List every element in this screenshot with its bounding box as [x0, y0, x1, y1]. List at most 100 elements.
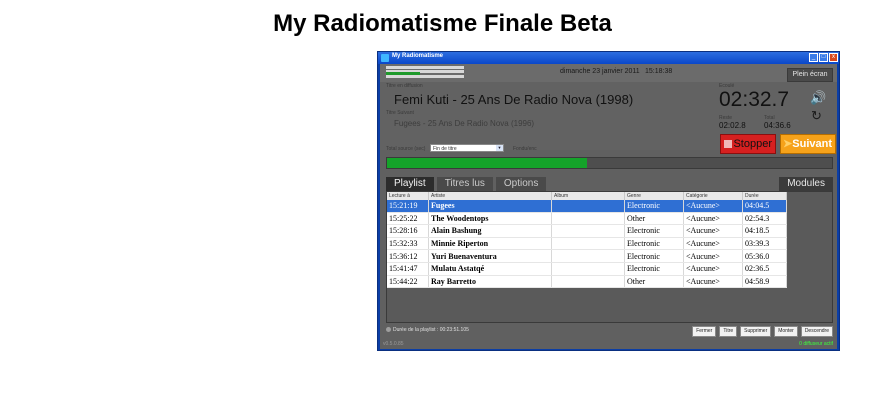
playback-progress-bar[interactable] — [386, 157, 833, 169]
cell-album — [551, 262, 625, 276]
table-row[interactable]: 15:41:47 Mulatu Astatqé Electronic <Aucune>… — [387, 262, 787, 276]
end-mode-select[interactable]: Fin de titre ▼ — [430, 144, 504, 152]
end-mode-select-value: Fin de titre — [433, 146, 457, 152]
cell-category: <Aucune> — [683, 262, 743, 276]
playback-progress-fill — [387, 158, 588, 168]
column-header-duration[interactable]: Durée — [742, 192, 787, 200]
column-header-genre[interactable]: Genre — [624, 192, 684, 200]
tab-titres-lus[interactable]: Titres lus — [436, 177, 493, 191]
app-window: My Radiomatisme _ □ x dimanche 23 janvie… — [377, 51, 840, 351]
cell-duration: 05:36.0 — [742, 249, 787, 263]
cell-time: 15:32:33 — [387, 237, 429, 251]
current-date: dimanche 23 janvier 2011 — [560, 68, 640, 75]
cell-artist: The Woodentops — [428, 212, 552, 226]
remaining-time: 02:02.8 — [719, 121, 746, 130]
now-playing-label: Titre en diffusion — [386, 83, 423, 89]
cell-time: 15:21:19 — [387, 200, 429, 213]
duration-icon — [386, 327, 391, 333]
tab-bar: Playlist Titres lus Options — [386, 177, 547, 191]
total-time: 04:36.6 — [764, 121, 791, 130]
table-row[interactable]: 15:36:12 Yuri Buenaventura Electronic <Aucu… — [387, 249, 787, 263]
header-bar: dimanche 23 janvier 2011 15:18:38 Plein … — [380, 64, 837, 82]
cell-album — [551, 249, 625, 263]
table-row[interactable]: 15:28:16 Alain Bashung Electronic <Aucune> 0… — [387, 224, 787, 238]
close-playlist-button[interactable]: Fermer — [692, 326, 717, 337]
page-title: My Radiomatisme Finale Beta — [273, 10, 612, 37]
audio-level-meters — [386, 66, 466, 78]
fullscreen-button[interactable]: Plein écran — [787, 68, 833, 82]
next-title-label: Titre Suivant — [386, 110, 414, 116]
window-controls: _ □ x — [809, 53, 838, 62]
cell-genre: Electronic — [624, 224, 684, 238]
tab-playlist[interactable]: Playlist — [386, 177, 434, 191]
cell-genre: Electronic — [624, 237, 684, 251]
cell-genre: Other — [624, 275, 684, 289]
cell-artist: Fugees — [428, 200, 552, 213]
cell-genre: Other — [624, 212, 684, 226]
column-header-category[interactable]: Catégorie — [683, 192, 743, 200]
select-label: Total source (sec) — [386, 146, 426, 152]
status-bar: v0.5.0.85 0 diffuseur actif — [380, 339, 837, 349]
version-text: v0.5.0.85 — [383, 341, 404, 347]
cell-genre: Electronic — [624, 200, 684, 213]
level-meter-1 — [386, 66, 465, 69]
cell-artist: Alain Bashung — [428, 224, 552, 238]
column-header-album[interactable]: Album — [551, 192, 625, 200]
app-icon — [381, 54, 389, 62]
cell-album — [551, 237, 625, 251]
now-playing-title: Femi Kuti - 25 Ans De Radio Nova (1998) — [394, 92, 634, 107]
cell-artist: Minnie Riperton — [428, 237, 552, 251]
playlist-panel: Lecture à Artiste Album Genre Catégorie … — [386, 191, 833, 323]
maximize-button[interactable]: □ — [819, 53, 828, 62]
table-row[interactable]: 15:44:22 Ray Barretto Other <Aucune> 04:58.9 — [387, 275, 787, 289]
column-header-time[interactable]: Lecture à — [387, 192, 429, 200]
cell-duration: 02:36.5 — [742, 262, 787, 276]
cell-duration: 04:04.5 — [742, 200, 787, 213]
close-button[interactable]: x — [829, 53, 838, 62]
playlist-action-buttons: Fermer Titre Supprimer Monter Descendre — [692, 326, 833, 337]
cell-artist: Mulatu Astatqé — [428, 262, 552, 276]
tab-options[interactable]: Options — [495, 177, 547, 191]
cell-category: <Aucune> — [683, 237, 743, 251]
fade-label: Fondu/enc — [513, 146, 537, 152]
next-button-label: Suivant — [792, 138, 832, 150]
cell-category: <Aucune> — [683, 224, 743, 238]
app-client-area: dimanche 23 janvier 2011 15:18:38 Plein … — [380, 64, 837, 349]
move-up-button[interactable]: Monter — [774, 326, 798, 337]
stop-button[interactable]: Stopper — [720, 134, 776, 154]
cell-category: <Aucune> — [683, 200, 743, 213]
cell-duration: 04:58.9 — [742, 275, 787, 289]
column-header-artist[interactable]: Artiste — [428, 192, 552, 200]
cell-genre: Electronic — [624, 249, 684, 263]
playlist-table: Lecture à Artiste Album Genre Catégorie … — [387, 192, 787, 289]
refresh-icon[interactable]: ↻ — [811, 108, 822, 124]
table-row[interactable]: 15:32:33 Minnie Riperton Electronic <Aucune… — [387, 237, 787, 251]
cell-artist: Yuri Buenaventura — [428, 249, 552, 263]
playlist-header-row: Lecture à Artiste Album Genre Catégorie … — [387, 192, 787, 200]
playlist-duration: Durée de la playlist : 00:23:51.105 — [386, 327, 469, 333]
cell-artist: Ray Barretto — [428, 275, 552, 289]
chevron-down-icon: ▼ — [496, 145, 503, 151]
tab-modules[interactable]: Modules — [779, 177, 833, 191]
cell-album — [551, 275, 625, 289]
cell-album — [551, 200, 625, 213]
level-meter-4 — [386, 75, 465, 78]
title-button[interactable]: Titre — [719, 326, 738, 337]
next-button[interactable]: ➤ Suivant — [780, 134, 836, 154]
window-titlebar[interactable]: My Radiomatisme _ □ x — [378, 52, 839, 64]
cell-duration: 03:39.3 — [742, 237, 787, 251]
minimize-button[interactable]: _ — [809, 53, 818, 62]
cell-category: <Aucune> — [683, 275, 743, 289]
delete-button[interactable]: Supprimer — [740, 326, 772, 337]
table-row[interactable]: 15:25:22 The Woodentops Other <Aucune> 02:54… — [387, 212, 787, 226]
cell-album — [551, 212, 625, 226]
stop-icon — [724, 140, 732, 148]
speaker-icon[interactable]: 🔊 — [810, 90, 826, 106]
table-row[interactable]: 15:21:19 Fugees Electronic <Aucune> 04:04.5 — [387, 200, 787, 213]
cell-category: <Aucune> — [683, 249, 743, 263]
cell-category: <Aucune> — [683, 212, 743, 226]
diffuser-status: 0 diffuseur actif — [799, 341, 833, 347]
move-down-button[interactable]: Descendre — [800, 326, 833, 337]
current-time: 15:18:38 — [645, 68, 673, 75]
window-title: My Radiomatisme — [392, 53, 444, 59]
